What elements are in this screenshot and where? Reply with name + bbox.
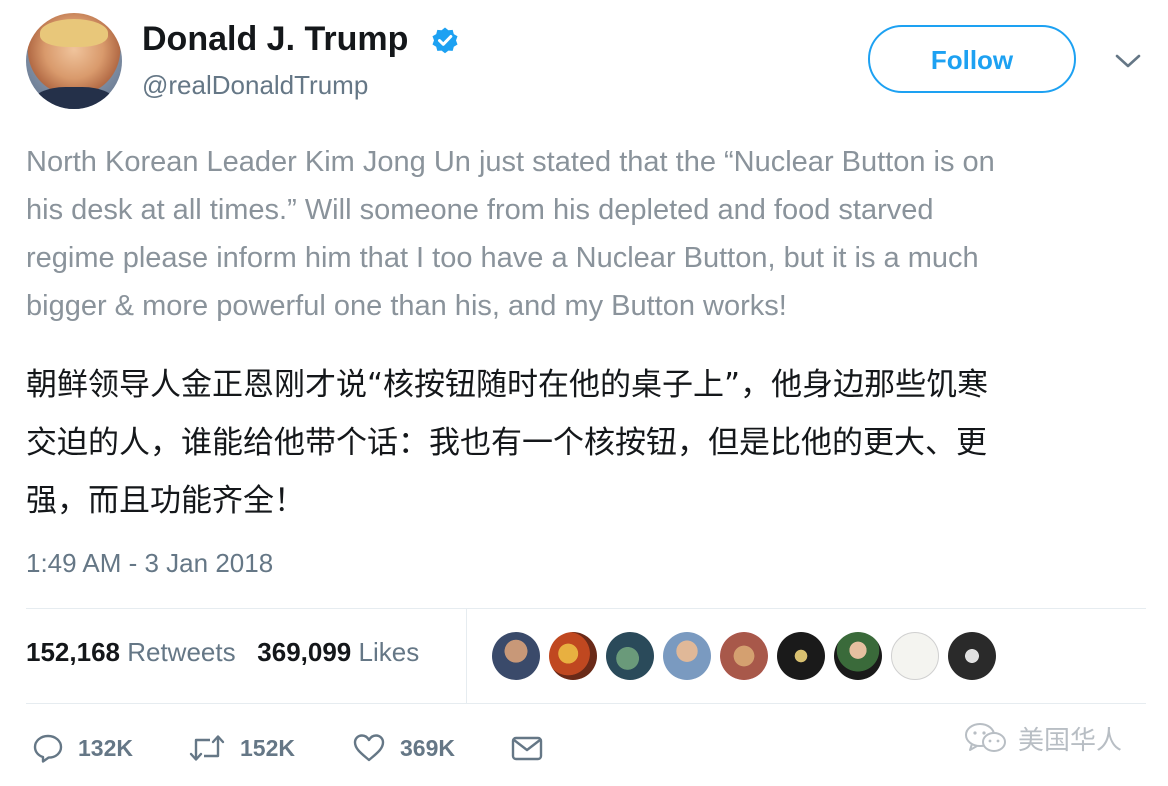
wechat-logo-icon <box>965 723 1006 752</box>
reply-action[interactable]: 132K <box>32 728 133 768</box>
liker-avatar[interactable] <box>720 632 768 680</box>
tweet-line: 强，而且功能齐全！ <box>26 483 305 519</box>
likes-count: 369,099 <box>257 637 352 667</box>
stats-divider <box>466 609 467 703</box>
liker-avatar[interactable] <box>492 632 540 680</box>
retweet-count: 152K <box>240 734 295 761</box>
tweet-line: regime please inform him that I too have… <box>26 242 979 274</box>
liker-avatar[interactable] <box>777 632 825 680</box>
divider <box>26 608 1146 609</box>
avatar-hair <box>40 19 108 47</box>
direct-message-action[interactable] <box>510 728 544 768</box>
author-name[interactable]: Donald J. Trump <box>142 20 408 59</box>
tweet-line: 交迫的人，谁能给他带个话：我也有一个核按钮，但是比他的更大、更 <box>26 425 987 461</box>
retweets-count: 152,168 <box>26 637 120 667</box>
tweet-line: North Korean Leader Kim Jong Un just sta… <box>26 146 995 178</box>
liker-avatar[interactable] <box>606 632 654 680</box>
tweet-line: bigger & more powerful one than his, and… <box>26 290 787 322</box>
follow-button[interactable]: Follow <box>868 25 1076 93</box>
reply-icon <box>33 734 63 763</box>
watermark: 美国华人 <box>962 718 1122 758</box>
heart-icon <box>353 734 385 762</box>
chevron-down-icon[interactable] <box>1113 48 1143 74</box>
like-action[interactable]: 369K <box>352 728 455 768</box>
likes-label: Likes <box>358 637 420 667</box>
tweet-text-chinese: 朝鲜领导人金正恩刚才说“核按钮随时在他的桌子上”，他身边那些饥寒 交迫的人，谁能… <box>26 356 1146 530</box>
author-handle[interactable]: @realDonaldTrump <box>142 70 368 101</box>
avatar-suit <box>32 87 116 109</box>
envelope-icon <box>511 736 543 761</box>
watermark-text: 美国华人 <box>1018 725 1123 756</box>
tweet-line: 朝鲜领导人金正恩刚才说“核按钮随时在他的桌子上”，他身边那些饥寒 <box>26 367 989 403</box>
tweet-line: his desk at all times.” Will someone fro… <box>26 194 934 226</box>
retweet-icon <box>189 735 225 761</box>
like-count: 369K <box>400 734 455 761</box>
retweets-stat[interactable]: 152,168 Retweets <box>26 637 236 667</box>
liker-avatar[interactable] <box>891 632 939 680</box>
tweet-text-english: North Korean Leader Kim Jong Un just sta… <box>26 138 1146 330</box>
tweet-stats: 152,168 Retweets 369,099 Likes <box>26 637 419 668</box>
liker-avatar[interactable] <box>663 632 711 680</box>
verified-badge-icon <box>432 27 458 54</box>
retweets-label: Retweets <box>127 637 236 667</box>
tweet-actions: 132K 152K 369K <box>26 728 726 768</box>
liker-avatar[interactable] <box>834 632 882 680</box>
author-avatar[interactable] <box>26 13 122 109</box>
liker-avatar[interactable] <box>948 632 996 680</box>
reply-count: 132K <box>78 734 133 761</box>
liker-avatar[interactable] <box>549 632 597 680</box>
tweet-timestamp[interactable]: 1:49 AM - 3 Jan 2018 <box>26 548 273 579</box>
likes-stat[interactable]: 369,099 Likes <box>257 637 419 667</box>
retweet-action[interactable]: 152K <box>188 728 295 768</box>
divider <box>26 703 1146 704</box>
